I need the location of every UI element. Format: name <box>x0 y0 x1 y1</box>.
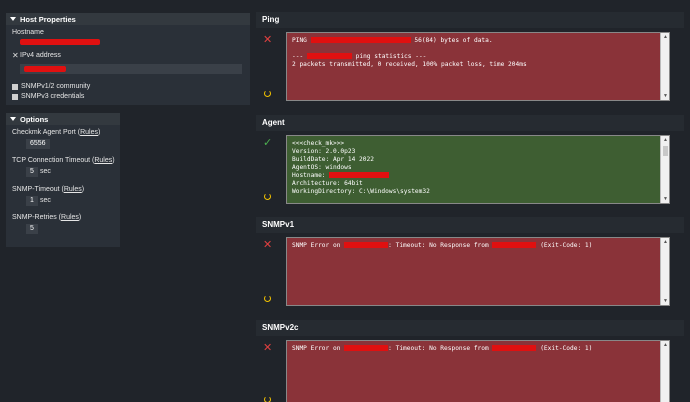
snmpv2c-scrollbar[interactable]: ▲ <box>660 341 669 402</box>
scroll-down-icon[interactable]: ▼ <box>661 92 670 100</box>
ping-line1-prefix: PING <box>292 37 311 44</box>
agent-title-bar <box>256 115 684 131</box>
collapse-triangle-icon <box>10 17 16 21</box>
scroll-down-icon[interactable]: ▼ <box>661 297 670 305</box>
snmp-v3-checkbox[interactable] <box>12 94 18 100</box>
collapse-triangle-icon <box>10 117 16 121</box>
snmpv2c-ip-redacted <box>492 345 537 351</box>
snmpv1-scrollbar[interactable]: ▲ ▼ <box>660 238 669 305</box>
snmpv2c-error-icon: ✕ <box>263 342 273 354</box>
agent-line-1: Version: 2.0.0p23 <box>292 148 356 155</box>
agent-scroll-thumb[interactable] <box>663 146 668 156</box>
agent-port-label-text: Checkmk Agent Port <box>12 129 76 136</box>
snmpv2c-p2: : Timeout: No Response from <box>388 345 493 352</box>
tcp-timeout-unit: sec <box>40 168 51 175</box>
host-properties-panel: Host Properties <box>6 13 250 105</box>
agent-line-0: <<<check_mk>>> <box>292 140 345 147</box>
ping-ip-redacted <box>310 37 411 43</box>
snmpv1-error-icon: ✕ <box>263 239 273 251</box>
options-title: Options <box>20 114 49 124</box>
snmpv1-host-redacted <box>344 242 389 248</box>
snmpv1-p3: (Exit-Code: 1) <box>536 242 593 249</box>
snmp-timeout-rules-link[interactable]: Rules <box>64 186 82 193</box>
snmp-v12-checkbox[interactable] <box>12 84 18 90</box>
ping-output: PING 56(84) bytes of data. --- ping stat… <box>286 32 670 101</box>
host-properties-title: Host Properties <box>20 14 76 24</box>
ping-title-bar <box>256 12 684 28</box>
snmp-retries-rules-link[interactable]: Rules <box>61 214 79 221</box>
ping-line1-suffix: 56(84) bytes of data. <box>410 37 493 44</box>
tcp-timeout-label: TCP Connection Timeout (Rules) <box>12 157 115 164</box>
hostname-redacted <box>20 39 100 45</box>
scroll-up-icon[interactable]: ▲ <box>661 136 670 144</box>
agent-line-2: BuildDate: Apr 14 2022 <box>292 156 374 163</box>
agent-line-3: AgentOS: windows <box>292 164 352 171</box>
snmp-v3-label: SNMPv3 credentials <box>21 93 85 100</box>
scroll-up-icon[interactable]: ▲ <box>661 238 670 246</box>
snmp-timeout-value: 1 <box>26 196 38 206</box>
hostname-label: Hostname <box>12 29 44 36</box>
ipv4-remove-icon[interactable]: ✕ <box>12 51 19 60</box>
agent-line-6: WorkingDirectory: C:\Windows\system32 <box>292 188 430 195</box>
tcp-timeout-label-text: TCP Connection Timeout <box>12 157 91 164</box>
snmpv1-reload-icon[interactable] <box>264 295 271 302</box>
snmpv1-output: SNMP Error on : Timeout: No Response fro… <box>286 237 670 306</box>
options-header[interactable]: Options <box>6 113 120 125</box>
agent-line-5: Architecture: 64bit <box>292 180 363 187</box>
ipv4-label: IPv4 address <box>20 52 61 59</box>
snmp-retries-value: 5 <box>26 224 38 234</box>
agent-scrollbar[interactable]: ▲ ▼ <box>660 136 669 203</box>
ping-error-icon: ✕ <box>263 34 273 46</box>
agent-port-rules-link[interactable]: Rules <box>80 129 98 136</box>
snmpv2c-title-bar <box>256 320 684 336</box>
snmpv2c-host-redacted <box>344 345 389 351</box>
agent-title: Agent <box>262 118 285 127</box>
host-properties-header[interactable]: Host Properties <box>6 13 250 25</box>
agent-ok-icon: ✓ <box>263 137 273 149</box>
agent-output: <<<check_mk>>> Version: 2.0.0p23 BuildDa… <box>286 135 670 204</box>
snmp-timeout-label-text: SNMP-Timeout <box>12 186 60 193</box>
snmpv2c-p1: SNMP Error on <box>292 345 345 352</box>
snmpv2c-output: SNMP Error on : Timeout: No Response fro… <box>286 340 670 402</box>
agent-line-4: Hostname: <box>292 172 330 179</box>
agent-port-label: Checkmk Agent Port (Rules) <box>12 129 101 136</box>
snmp-timeout-label: SNMP-Timeout (Rules) <box>12 186 85 193</box>
ping-line3-suffix: ping statistics --- <box>351 53 427 60</box>
tcp-timeout-value: 5 <box>26 167 38 177</box>
scroll-up-icon[interactable]: ▲ <box>661 33 670 41</box>
scroll-up-icon[interactable]: ▲ <box>661 341 670 349</box>
ipv4-redacted <box>24 66 66 72</box>
snmpv1-p1: SNMP Error on <box>292 242 345 249</box>
snmp-v12-label: SNMPv1/2 community <box>21 83 91 90</box>
ping-line3-prefix: --- <box>292 53 307 60</box>
snmp-timeout-unit: sec <box>40 197 51 204</box>
snmpv1-title-bar <box>256 217 684 233</box>
snmpv1-p2: : Timeout: No Response from <box>388 242 493 249</box>
ping-scrollbar[interactable]: ▲ ▼ <box>660 33 669 100</box>
snmpv1-title: SNMPv1 <box>262 220 295 229</box>
snmpv2c-title: SNMPv2c <box>262 323 299 332</box>
ping-reload-icon[interactable] <box>264 90 271 97</box>
agent-port-value: 6556 <box>26 139 50 149</box>
ping-line4: 2 packets transmitted, 0 received, 100% … <box>292 61 527 68</box>
scroll-down-icon[interactable]: ▼ <box>661 195 670 203</box>
snmpv1-ip-redacted <box>492 242 537 248</box>
snmpv2c-p3: (Exit-Code: 1) <box>536 345 593 352</box>
tcp-timeout-rules-link[interactable]: Rules <box>94 157 112 164</box>
agent-hostname-redacted <box>329 172 390 178</box>
agent-reload-icon[interactable] <box>264 193 271 200</box>
ping-host-redacted <box>306 53 352 59</box>
ping-title: Ping <box>262 15 280 24</box>
snmpv2c-reload-icon[interactable] <box>264 396 271 402</box>
snmp-retries-label-text: SNMP-Retries <box>12 214 57 221</box>
snmp-retries-label: SNMP-Retries (Rules) <box>12 214 82 221</box>
